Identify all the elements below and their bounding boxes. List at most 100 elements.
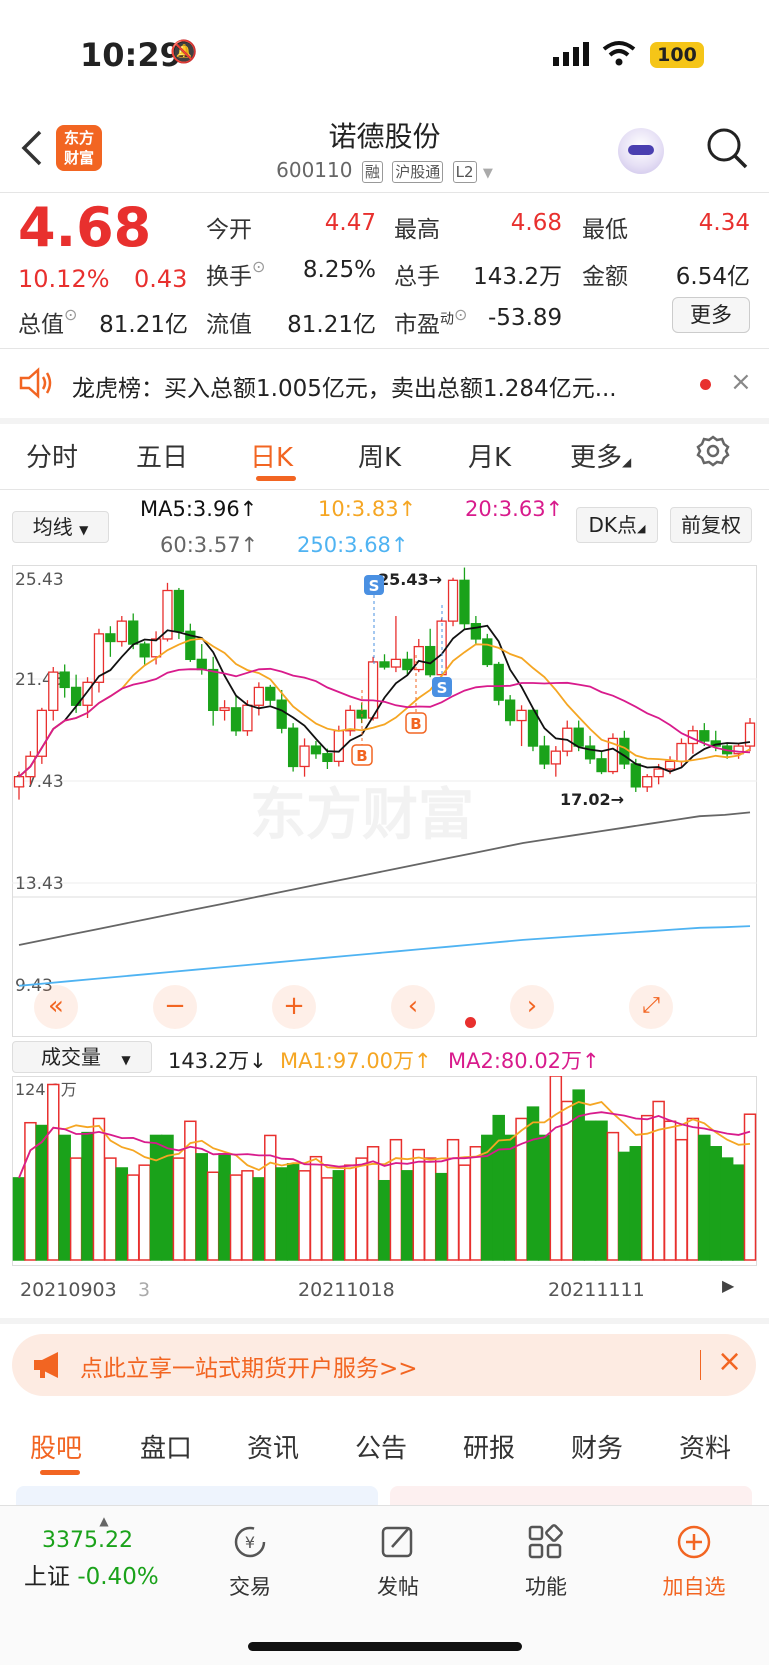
- dropdown-icon[interactable]: ▼: [483, 166, 493, 181]
- volume-bar: [264, 1134, 277, 1261]
- dk-point-button[interactable]: DK点◢: [576, 507, 658, 543]
- volume-bar: [92, 1117, 106, 1261]
- chart-toolbar: « − + ‹ › ⤢: [0, 985, 769, 1033]
- ma-select[interactable]: 均线 ▼: [12, 511, 109, 543]
- candle: [230, 695, 242, 736]
- volume-chart[interactable]: 124.1万: [12, 1076, 757, 1266]
- tab-more[interactable]: 更多◢: [570, 437, 631, 474]
- volume-bar: [549, 1076, 563, 1261]
- tab-announcements[interactable]: 公告: [355, 1428, 407, 1465]
- notice-bar[interactable]: 龙虎榜：买入总额1.005亿元，卖出总额1.284亿元... ×: [0, 349, 769, 417]
- tag-connect: 沪股通: [392, 161, 444, 183]
- nav-post[interactable]: 发帖: [338, 1523, 458, 1601]
- tab-monthly-k[interactable]: 月K: [468, 437, 511, 474]
- info-icon[interactable]: ⊙: [64, 305, 77, 324]
- mute-icon: 🔕: [170, 40, 198, 65]
- scroll-right-arrow-icon[interactable]: ▶: [722, 1276, 734, 1295]
- candle: [310, 740, 322, 759]
- volume-bar: [698, 1134, 711, 1261]
- volume-bar: [515, 1117, 528, 1261]
- change-amount: 0.43: [134, 265, 188, 293]
- volume-bar: [720, 1157, 734, 1261]
- tab-forum[interactable]: 股吧: [30, 1428, 82, 1465]
- search-icon[interactable]: [705, 126, 749, 174]
- zoom-out-icon[interactable]: −: [153, 985, 197, 1029]
- zoom-in-icon[interactable]: +: [272, 985, 316, 1029]
- volume-bar: [332, 1170, 346, 1261]
- svg-text:B: B: [410, 715, 421, 733]
- volume-bar: [412, 1148, 426, 1261]
- ma5-label: MA5:3.96↑: [140, 497, 258, 521]
- tab-weekly-k[interactable]: 周K: [358, 437, 401, 474]
- candle: [596, 751, 607, 775]
- home-indicator: [248, 1642, 522, 1651]
- promo-close-icon[interactable]: ×: [717, 1344, 742, 1379]
- more-button[interactable]: 更多: [672, 297, 750, 333]
- volume-bar: [503, 1134, 517, 1261]
- volume-bar: [309, 1155, 323, 1261]
- info-icon[interactable]: ⊙: [454, 305, 467, 324]
- volume-bar: [252, 1177, 266, 1261]
- candle: [550, 746, 561, 777]
- volume-bar: [286, 1163, 300, 1261]
- candle: [48, 667, 59, 721]
- volume-bar: [709, 1146, 722, 1261]
- ma10-label: 10:3.83↑: [318, 497, 417, 521]
- high-annotation: 25.43→: [378, 570, 442, 589]
- settings-gear-icon[interactable]: [696, 434, 730, 472]
- watermark: 东方财富: [250, 783, 474, 848]
- fullscreen-icon[interactable]: ⤢: [629, 985, 673, 1029]
- volume-bar: [675, 1138, 688, 1261]
- volume-bar: [104, 1157, 117, 1261]
- candle: [607, 733, 619, 775]
- index-value: 3375.22: [42, 1528, 133, 1553]
- candle: [390, 616, 402, 673]
- ma60-label: 60:3.57↑: [160, 533, 259, 557]
- tab-financials[interactable]: 财务: [571, 1428, 623, 1465]
- tab-five-day[interactable]: 五日: [136, 437, 188, 474]
- tab-research[interactable]: 研报: [463, 1428, 515, 1465]
- svg-text:S: S: [437, 679, 448, 697]
- tab-order-book[interactable]: 盘口: [140, 1428, 192, 1465]
- rewind-icon[interactable]: «: [34, 985, 78, 1029]
- pe-label: 市盈动⊙: [394, 305, 468, 338]
- tag-level2: L2: [452, 161, 477, 183]
- volume-bar: [378, 1179, 391, 1261]
- info-icon[interactable]: ⊙: [252, 257, 265, 276]
- promo-banner[interactable]: 点此立享一站式期货开户服务>> ×: [12, 1334, 756, 1396]
- x-tick-label: 20211111: [548, 1279, 645, 1301]
- tab-intraday[interactable]: 分时: [26, 437, 78, 474]
- index-widget[interactable]: ▲ 3375.22 上证 -0.40%: [24, 1514, 184, 1591]
- volume-value: 143.2万↓: [168, 1049, 267, 1073]
- speaker-icon: [18, 367, 54, 403]
- scroll-right-icon[interactable]: ›: [510, 985, 554, 1029]
- high-value: 4.68: [510, 210, 562, 236]
- volume-bar: [69, 1157, 83, 1261]
- volume-bar: [241, 1170, 254, 1261]
- divider: [0, 418, 769, 424]
- robot-avatar-icon[interactable]: [618, 128, 664, 174]
- volume-bar: [343, 1164, 357, 1261]
- nav-trade[interactable]: ¥ 交易: [190, 1523, 310, 1601]
- nav-functions[interactable]: 功能: [486, 1523, 606, 1601]
- volume-select[interactable]: 成交量 ▼: [12, 1041, 152, 1073]
- volume-bar: [606, 1131, 620, 1261]
- divider: [0, 192, 769, 193]
- tab-news[interactable]: 资讯: [247, 1428, 299, 1465]
- adjust-button[interactable]: 前复权: [670, 507, 752, 543]
- close-icon[interactable]: ×: [730, 367, 752, 397]
- volume-value: 143.2万: [473, 264, 562, 290]
- tab-daily-k[interactable]: 日K: [250, 437, 293, 474]
- battery-icon: 100: [650, 42, 704, 68]
- volume-bar: [206, 1171, 220, 1261]
- nav-add-watchlist[interactable]: 加自选: [634, 1523, 754, 1601]
- open-label: 今开: [206, 217, 252, 243]
- candle: [265, 684, 276, 706]
- status-bar: 10:29 🔕 100: [0, 0, 769, 110]
- volume-bar: [469, 1146, 483, 1261]
- status-time: 10:29: [80, 36, 182, 74]
- tab-profile[interactable]: 资料: [679, 1428, 731, 1465]
- scroll-left-icon[interactable]: ‹: [391, 985, 435, 1029]
- candle: [459, 567, 470, 629]
- unread-dot: [700, 379, 711, 390]
